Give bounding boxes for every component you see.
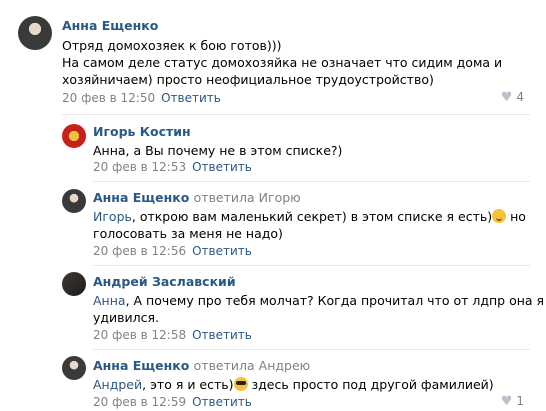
heart-icon: ♥ [500, 394, 513, 409]
addressee-link[interactable]: Игорь [93, 209, 132, 224]
like-button[interactable]: ♥ 4 [501, 90, 524, 105]
avatar[interactable] [18, 16, 52, 50]
comment-line: хозяйничаем) просто неофициальное трудоу… [62, 72, 434, 87]
comment-date[interactable]: 20 фев в 12:56 [93, 244, 186, 258]
comment-line: удивился. [93, 310, 160, 325]
divider [93, 349, 530, 350]
comment-line-text: , открою вам маленький секрет) в этом сп… [131, 209, 493, 224]
like-count: 4 [516, 90, 524, 104]
avatar[interactable] [62, 189, 86, 213]
sunglasses-emoji-icon [233, 377, 248, 391]
like-count: 1 [516, 394, 524, 408]
divider [62, 114, 530, 115]
wink-emoji-icon [492, 209, 507, 223]
comment-line: На самом деле статус домохозяйка не озна… [62, 55, 503, 70]
reply-to-label[interactable]: ответила Игорю [194, 190, 301, 205]
comment-line-text: здесь просто под другой фамилией) [247, 377, 494, 392]
comment-text: Анна, А почему про тебя молчат? Когда пр… [93, 292, 544, 326]
reply-button[interactable]: Ответить [192, 160, 252, 174]
author-name[interactable]: Анна Ещенко [93, 190, 189, 205]
comment-line: Отряд домохозяек к бою готов))) [62, 38, 282, 53]
comment-meta: 20 фев в 12:58 Ответить [93, 328, 252, 342]
comment-date[interactable]: 20 фев в 12:59 [93, 395, 186, 409]
comment-text: Анна, а Вы почему не в этом списке?) [93, 143, 343, 158]
comment-line: Анна, А почему про тебя молчат? Когда пр… [93, 292, 544, 309]
comment-line-text: но [506, 209, 526, 224]
comment-line-text: , это я и есть) [142, 377, 234, 392]
like-button[interactable]: ♥ 1 [501, 394, 524, 409]
comment-text: Андрей, это я и есть) здесь просто под д… [93, 376, 494, 393]
divider [93, 181, 530, 182]
comment-date[interactable]: 20 фев в 12:50 [62, 91, 155, 105]
comment-meta: 20 фев в 12:56 Ответить [93, 244, 252, 258]
avatar[interactable] [62, 124, 86, 148]
avatar[interactable] [62, 272, 86, 296]
comment-line: Андрей, это я и есть) здесь просто под д… [93, 376, 494, 393]
comment-meta: 20 фев в 12:53 Ответить [93, 160, 252, 174]
comment-meta: 20 фев в 12:50 Ответить [62, 91, 221, 105]
comment-line: голосовать за меня не надо) [93, 226, 283, 241]
reply-button[interactable]: Ответить [192, 395, 252, 409]
comment-date[interactable]: 20 фев в 12:53 [93, 160, 186, 174]
reply-to-label[interactable]: ответила Андрею [194, 358, 311, 373]
author-name[interactable]: Игорь Костин [93, 124, 191, 139]
heart-icon: ♥ [500, 90, 513, 105]
author-name[interactable]: Анна Ещенко [93, 358, 189, 373]
comment-text: Игорь, открою вам маленький секрет) в эт… [93, 208, 526, 242]
comment-line-text: , А почему про тебя молчат? Когда прочит… [125, 293, 545, 308]
comment-meta: 20 фев в 12:59 Ответить [93, 395, 252, 409]
reply-button[interactable]: Ответить [192, 244, 252, 258]
comment-line: Игорь, открою вам маленький секрет) в эт… [93, 208, 526, 225]
divider [93, 265, 530, 266]
author-name[interactable]: Андрей Заславский [93, 274, 236, 289]
addressee-link[interactable]: Анна [93, 293, 126, 308]
addressee-link[interactable]: Андрей [93, 377, 142, 392]
avatar[interactable] [62, 356, 86, 380]
author-line: Анна Ещенко ответила Игорю [93, 190, 301, 205]
author-line: Анна Ещенко ответила Андрею [93, 358, 310, 373]
comment-text: Отряд домохозяек к бою готов))) На самом… [62, 37, 502, 88]
comment-date[interactable]: 20 фев в 12:58 [93, 328, 186, 342]
reply-button[interactable]: Ответить [192, 328, 252, 342]
reply-button[interactable]: Ответить [161, 91, 221, 105]
author-name[interactable]: Анна Ещенко [62, 18, 158, 33]
